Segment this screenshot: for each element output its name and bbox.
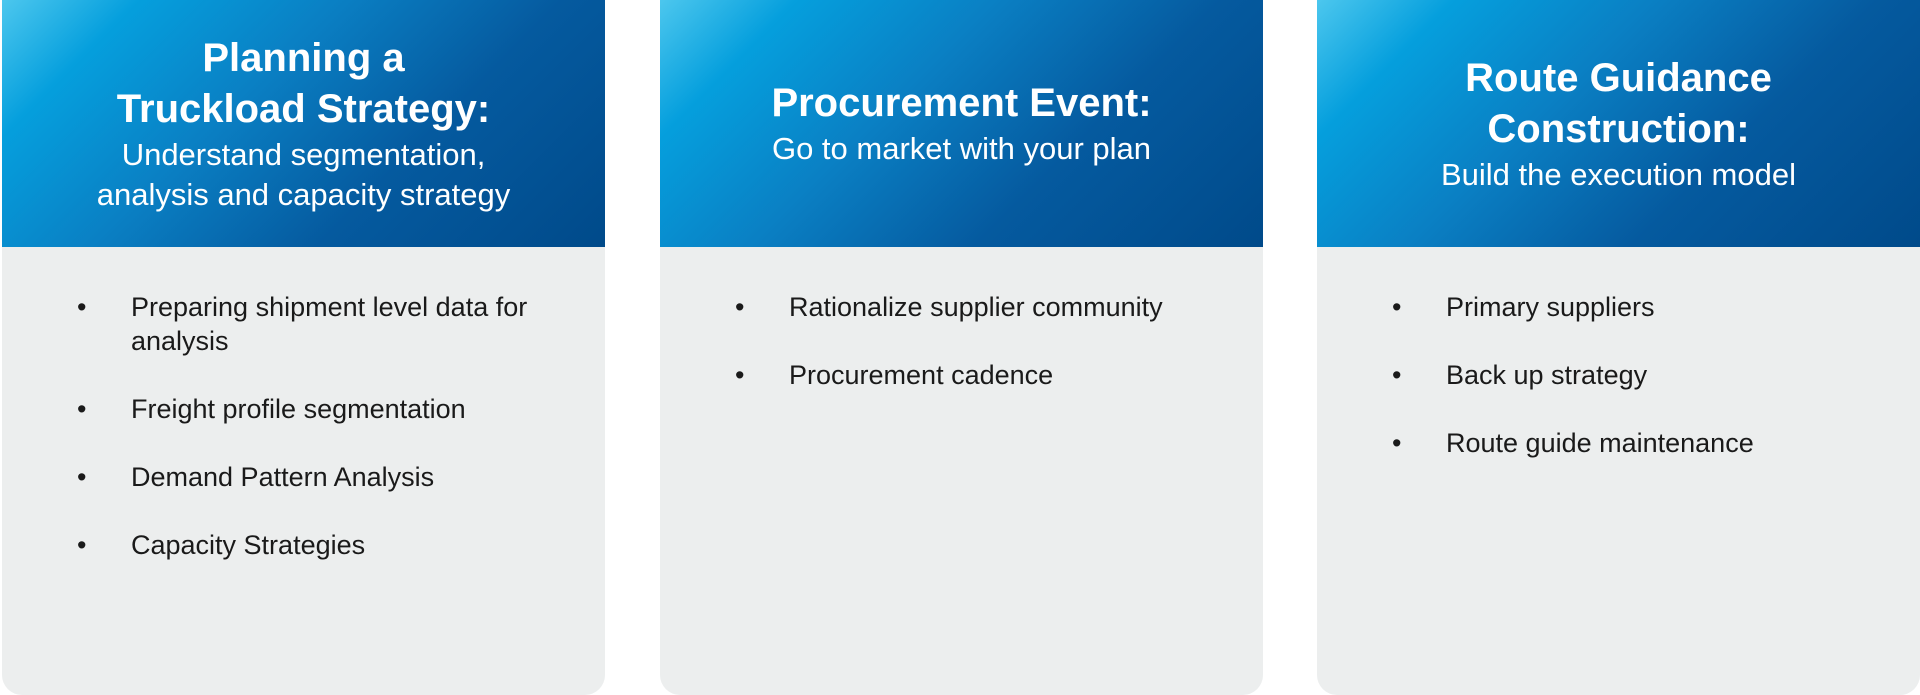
bullet-icon: • [735, 360, 745, 390]
list-item-text: Procurement cadence [789, 360, 1054, 390]
card-title-line: Truckload Strategy: [116, 86, 491, 131]
list-item: • Preparing shipment level data for anal… [2, 290, 571, 358]
card-procurement-event: Procurement Event: Go to market with you… [660, 0, 1263, 695]
card-header: Route Guidance Construction: Build the e… [1317, 0, 1920, 247]
bullet-list: • Rationalize supplier community • Procu… [660, 290, 1229, 426]
card-title: Route Guidance Construction: [1465, 53, 1772, 155]
list-item-text: Preparing shipment level data for analys… [131, 292, 528, 356]
list-item-text: Primary suppliers [1446, 292, 1655, 322]
card-subtitle-line: Build the execution model [1440, 156, 1796, 192]
list-item: • Procurement cadence [660, 358, 1229, 392]
card-subtitle: Understand segmentation, analysis and ca… [97, 135, 511, 215]
bullet-icon: • [77, 394, 87, 424]
list-item: • Rationalize supplier community [660, 290, 1229, 324]
card-title-line: Construction: [1487, 106, 1750, 151]
card-title: Planning a Truckload Strategy: [117, 33, 490, 135]
list-item: • Capacity Strategies [2, 528, 571, 562]
bullet-list: • Preparing shipment level data for anal… [2, 290, 571, 596]
list-item-text: Freight profile segmentation [131, 394, 466, 424]
card-subtitle-line: Go to market with your plan [771, 131, 1152, 166]
list-item-text: Route guide maintenance [1446, 428, 1754, 458]
list-item: • Route guide maintenance [1317, 426, 1886, 460]
list-item-text: Back up strategy [1446, 360, 1648, 390]
card-route-guidance-construction: Route Guidance Construction: Build the e… [1317, 0, 1920, 695]
bullet-icon: • [77, 292, 87, 322]
list-item: • Freight profile segmentation [2, 392, 571, 426]
bullet-icon: • [77, 462, 87, 492]
list-item: • Primary suppliers [1317, 290, 1886, 324]
bullet-list: • Primary suppliers • Back up strategy •… [1317, 290, 1886, 494]
card-title-line: Route Guidance [1465, 55, 1772, 100]
card-subtitle: Build the execution model [1441, 155, 1796, 195]
bullet-icon: • [1392, 292, 1402, 322]
card-planning-truckload-strategy: Planning a Truckload Strategy: Understan… [2, 0, 605, 695]
card-header: Planning a Truckload Strategy: Understan… [2, 0, 605, 247]
bullet-icon: • [1392, 360, 1402, 390]
card-subtitle: Go to market with your plan [772, 129, 1151, 169]
bullet-icon: • [77, 530, 87, 560]
card-title-line: Procurement Event: [771, 81, 1152, 125]
card-header: Procurement Event: Go to market with you… [660, 0, 1263, 247]
list-item: • Back up strategy [1317, 358, 1886, 392]
card-subtitle-line: Understand segmentation, [121, 136, 486, 172]
bullet-icon: • [1392, 428, 1402, 458]
card-title: Procurement Event: [771, 78, 1151, 129]
list-item-text: Rationalize supplier community [789, 292, 1163, 322]
list-item-text: Demand Pattern Analysis [131, 462, 435, 492]
bullet-icon: • [735, 292, 745, 322]
card-title-line: Planning a [202, 35, 405, 80]
list-item: • Demand Pattern Analysis [2, 460, 571, 494]
list-item-text: Capacity Strategies [131, 530, 366, 560]
card-subtitle-line: analysis and capacity strategy [96, 176, 511, 212]
